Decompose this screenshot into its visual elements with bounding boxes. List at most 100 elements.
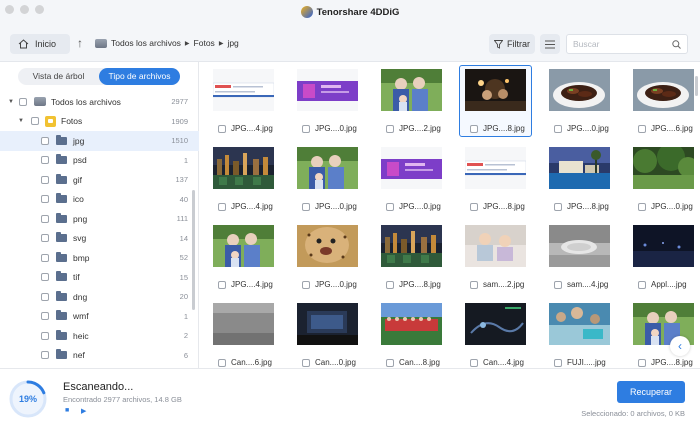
file-checkbox[interactable]	[302, 280, 310, 289]
file-thumbnail[interactable]	[381, 69, 442, 111]
breadcrumb-item-jpg[interactable]: jpg	[227, 38, 238, 48]
file-checkbox[interactable]	[554, 358, 562, 367]
file-thumbnail[interactable]	[213, 303, 274, 345]
file-checkbox[interactable]	[386, 358, 394, 367]
file-checkbox[interactable]	[302, 358, 310, 367]
breadcrumb-item-fotos[interactable]: Fotos	[194, 38, 215, 48]
file-thumbnail[interactable]	[633, 69, 694, 111]
file-thumbnail[interactable]	[213, 147, 274, 189]
caret-down-icon[interactable]: ▼	[8, 99, 14, 105]
file-checkbox[interactable]	[470, 124, 478, 133]
tree-item-checkbox[interactable]	[41, 351, 49, 360]
recover-button[interactable]: Recuperar	[617, 381, 685, 403]
tree-item[interactable]: ico 40	[0, 190, 199, 210]
tree-item[interactable]: bmp 52	[0, 248, 199, 268]
file-thumbnail-card[interactable]: Can....0.jpg	[290, 298, 365, 368]
file-thumbnail[interactable]	[633, 147, 694, 189]
tree-item[interactable]: svg 14	[0, 229, 199, 249]
file-checkbox[interactable]	[218, 202, 226, 211]
file-thumbnail[interactable]	[381, 303, 442, 345]
tree-item-checkbox[interactable]	[41, 331, 49, 340]
tab-file-type[interactable]: Tipo de archivos	[99, 68, 180, 85]
tree-item-checkbox[interactable]	[19, 97, 27, 106]
file-checkbox[interactable]	[554, 202, 562, 211]
file-thumbnail[interactable]	[549, 225, 610, 267]
file-thumbnail-card[interactable]: JPG....8.jpg	[458, 142, 533, 216]
file-thumbnail[interactable]	[549, 147, 610, 189]
tree-item[interactable]: gif 137	[0, 170, 199, 190]
tree-item-checkbox[interactable]	[41, 273, 49, 282]
file-checkbox[interactable]	[470, 358, 478, 367]
file-thumbnail[interactable]	[297, 225, 358, 267]
tree-item[interactable]: nef 6	[0, 346, 199, 366]
file-checkbox[interactable]	[386, 280, 394, 289]
file-thumbnail[interactable]	[465, 303, 526, 345]
file-thumbnail-card[interactable]: JPG....8.jpg	[374, 220, 449, 294]
play-icon[interactable]: ▶	[81, 407, 86, 415]
file-thumbnail[interactable]	[549, 303, 610, 345]
file-checkbox[interactable]	[554, 280, 562, 289]
file-thumbnail-card[interactable]: Can....8.jpg	[374, 298, 449, 368]
tree-item[interactable]: ▼ Fotos 1909	[0, 112, 199, 132]
tree-item[interactable]: heic 2	[0, 326, 199, 346]
tree-item-checkbox[interactable]	[41, 214, 49, 223]
up-arrow-icon[interactable]: ↑	[77, 36, 83, 50]
file-thumbnail-card[interactable]: JPG....4.jpg	[206, 220, 281, 294]
file-checkbox[interactable]	[218, 358, 226, 367]
breadcrumb-item-all[interactable]: Todos los archivos	[111, 38, 181, 48]
file-thumbnail-card[interactable]: JPG....8.jpg	[542, 142, 617, 216]
file-thumbnail-card[interactable]: sam....2.jpg	[458, 220, 533, 294]
tree-item-checkbox[interactable]	[31, 117, 39, 126]
tree-item-checkbox[interactable]	[41, 156, 49, 165]
tree-item-checkbox[interactable]	[41, 292, 49, 301]
file-checkbox[interactable]	[638, 202, 646, 211]
file-thumbnail-card[interactable]: sam....4.jpg	[542, 220, 617, 294]
tree-item[interactable]: png 111	[0, 209, 199, 229]
tree-item-checkbox[interactable]	[41, 195, 49, 204]
file-thumbnail[interactable]	[465, 225, 526, 267]
file-thumbnail-card[interactable]: JPG....0.jpg	[290, 142, 365, 216]
sidebar-scrollbar[interactable]	[192, 190, 195, 310]
file-thumbnail-card[interactable]: JPG....2.jpg	[374, 64, 449, 138]
file-thumbnail-card[interactable]: JPG....0.jpg	[290, 64, 365, 138]
tree-item-checkbox[interactable]	[41, 312, 49, 321]
list-view-button[interactable]	[540, 34, 560, 54]
file-checkbox[interactable]	[470, 280, 478, 289]
file-thumbnail-card[interactable]: Can....4.jpg	[458, 298, 533, 368]
file-thumbnail-card[interactable]: JPG....4.jpg	[206, 64, 281, 138]
tree-item-checkbox[interactable]	[41, 234, 49, 243]
search-input[interactable]	[573, 39, 668, 49]
file-thumbnail-card[interactable]: JPG....0.jpg	[290, 220, 365, 294]
file-thumbnail[interactable]	[465, 69, 526, 111]
file-thumbnail-card[interactable]: JPG....8.jpg	[458, 64, 533, 138]
file-checkbox[interactable]	[386, 124, 394, 133]
file-thumbnail[interactable]	[297, 69, 358, 111]
caret-down-icon[interactable]: ▼	[18, 118, 24, 124]
file-checkbox[interactable]	[638, 358, 646, 367]
stop-icon[interactable]: ■	[65, 407, 69, 414]
file-thumbnail-card[interactable]: Appl....jpg	[626, 220, 700, 294]
file-thumbnail-card[interactable]: JPG....8.jpg	[626, 298, 700, 368]
file-checkbox[interactable]	[554, 124, 562, 133]
file-thumbnail[interactable]	[381, 225, 442, 267]
tree-item[interactable]: ▼ Todos los archivos 2977	[0, 92, 199, 112]
search-icon[interactable]	[672, 39, 681, 49]
collapse-panel-button[interactable]: ‹	[670, 336, 690, 356]
tab-tree-view[interactable]: Vista de árbol	[18, 68, 99, 85]
file-checkbox[interactable]	[638, 124, 646, 133]
file-thumbnail-card[interactable]: JPG....6.jpg	[626, 64, 700, 138]
file-checkbox[interactable]	[470, 202, 478, 211]
tree-item-checkbox[interactable]	[41, 175, 49, 184]
file-thumbnail[interactable]	[213, 225, 274, 267]
file-checkbox[interactable]	[638, 280, 646, 289]
tree-item-checkbox[interactable]	[41, 136, 49, 145]
file-thumbnail[interactable]	[633, 225, 694, 267]
file-thumbnail-card[interactable]: Can....6.jpg	[206, 298, 281, 368]
tree-item[interactable]: jpg 1510	[0, 131, 199, 151]
file-thumbnail-card[interactable]: JPG....0.jpg	[374, 142, 449, 216]
tree-item[interactable]: dng 20	[0, 287, 199, 307]
tree-item[interactable]: psd 1	[0, 151, 199, 171]
file-checkbox[interactable]	[218, 280, 226, 289]
file-checkbox[interactable]	[302, 202, 310, 211]
file-thumbnail-card[interactable]: JPG....4.jpg	[206, 142, 281, 216]
